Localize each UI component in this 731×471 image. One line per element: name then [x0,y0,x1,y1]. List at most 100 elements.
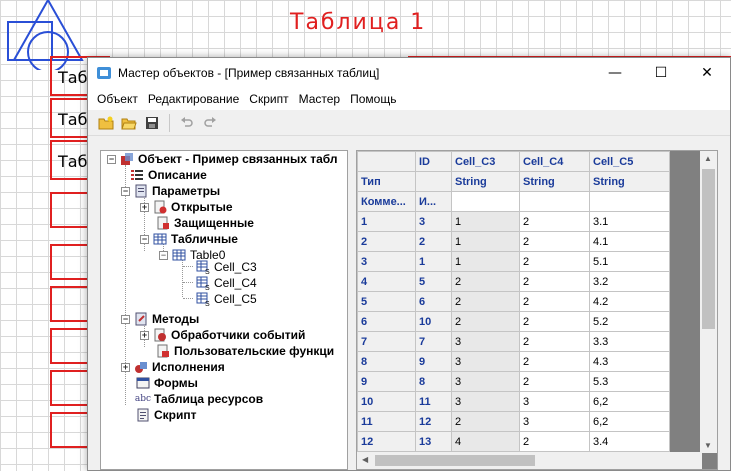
grid-cell[interactable]: ID [415,151,452,172]
menu-edit[interactable]: Редактирование [143,92,244,106]
open-folder-icon[interactable] [119,113,139,133]
menu-wizard[interactable]: Мастер [294,92,346,106]
grid-cell[interactable]: 2 [519,311,590,332]
grid-cell[interactable]: 2 [519,251,590,272]
tree-item-description[interactable]: Описание [129,167,207,183]
menu-help[interactable]: Помощь [345,92,401,106]
collapse-toggle[interactable]: − [121,314,130,324]
grid-cell[interactable]: 2 [519,351,590,372]
vertical-scroll-thumb[interactable] [702,169,715,329]
scroll-left-icon[interactable]: ◀ [362,455,368,464]
grid-cell[interactable]: 3 [451,371,520,392]
grid-cell[interactable]: 12 [415,411,452,432]
grid-cell[interactable]: 6,2 [589,391,670,412]
grid-cell[interactable]: 10 [415,311,452,332]
row-header-cell[interactable]: 9 [357,371,416,392]
row-header-cell[interactable]: 11 [357,411,416,432]
grid-cell[interactable]: 3.4 [589,431,670,452]
grid-cell[interactable] [415,171,452,192]
tree-item-open[interactable]: + Открытые [140,199,233,215]
redo-icon[interactable] [200,113,220,133]
grid-cell[interactable]: 6 [415,291,452,312]
row-header-cell[interactable]: 5 [357,291,416,312]
collapse-toggle[interactable]: − [159,250,168,260]
grid-cell[interactable]: 5 [415,271,452,292]
grid-cell[interactable]: 3 [451,391,520,412]
close-button[interactable]: ✕ [684,58,730,88]
minimize-button[interactable]: — [592,58,638,88]
grid-cell[interactable]: 3 [519,391,590,412]
grid-cell[interactable]: 11 [415,391,452,412]
expand-toggle[interactable]: + [140,202,149,212]
grid-cell[interactable]: 2 [451,271,520,292]
tree-item-cell-c4[interactable]: S Cell_C4 [195,275,257,291]
grid-cell[interactable]: String [589,171,670,192]
collapse-toggle[interactable]: − [107,154,116,164]
vertical-scrollbar[interactable]: ▲ ▼ [700,151,717,453]
grid-cell[interactable]: 2 [451,411,520,432]
menu-script[interactable]: Скрипт [244,92,293,106]
grid-cell[interactable]: 3.1 [589,211,670,232]
save-icon[interactable] [142,113,162,133]
grid-cell[interactable]: 2 [451,311,520,332]
grid-cell[interactable]: 1 [415,251,452,272]
grid-cell[interactable] [451,191,520,212]
row-header-cell[interactable]: 7 [357,331,416,352]
row-header-cell[interactable]: 6 [357,311,416,332]
grid-cell[interactable]: 2 [519,211,590,232]
collapse-toggle[interactable]: − [140,234,149,244]
grid-cell[interactable]: 13 [415,431,452,452]
grid-cell[interactable]: 2 [519,291,590,312]
grid-cell[interactable]: 1 [451,251,520,272]
grid-cell[interactable]: 1 [451,231,520,252]
tree-item-root[interactable]: − Объект - Пример связанных табл [107,151,338,167]
grid-cell[interactable]: 3 [519,411,590,432]
tree-item-parameters[interactable]: − Параметры [121,183,220,199]
tree-item-forms[interactable]: Формы [135,375,198,391]
row-header-cell[interactable] [357,151,416,172]
grid-cell[interactable]: 3 [415,211,452,232]
grid-cell[interactable]: 3.3 [589,331,670,352]
maximize-button[interactable]: ☐ [638,58,684,88]
grid-cell[interactable]: И... [415,191,452,212]
grid-cell[interactable]: 1 [451,211,520,232]
row-header-cell[interactable]: 1 [357,211,416,232]
grid-cell[interactable]: 9 [415,351,452,372]
row-header-cell[interactable]: Комме... [357,191,416,212]
expand-toggle[interactable]: + [140,330,149,340]
grid-cell[interactable]: 4.1 [589,231,670,252]
grid-cell[interactable]: String [519,171,590,192]
grid-cell[interactable]: 3.2 [589,271,670,292]
row-header-cell[interactable]: 2 [357,231,416,252]
horizontal-scrollbar[interactable]: ◀ [357,452,702,469]
undo-icon[interactable] [177,113,197,133]
tree-item-user-functions[interactable]: Пользовательские функци [155,343,334,359]
grid-cell[interactable]: 5.2 [589,311,670,332]
tree-item-cell-c3[interactable]: S Cell_C3 [195,259,257,275]
grid-cell[interactable]: 2 [415,231,452,252]
grid-cell[interactable]: 5.3 [589,371,670,392]
tree-item-methods[interactable]: − Методы [121,311,199,327]
title-bar[interactable]: Мастер объектов - [Пример связанных табл… [88,58,730,88]
grid-cell[interactable]: 8 [415,371,452,392]
grid-cell[interactable] [519,191,590,212]
tree-item-executions[interactable]: + Исполнения [121,359,225,375]
grid-cell[interactable]: 4.2 [589,291,670,312]
grid-cell[interactable]: 3 [451,351,520,372]
grid-cell[interactable]: 2 [519,271,590,292]
scroll-down-icon[interactable]: ▼ [704,441,712,450]
row-header-cell[interactable]: 3 [357,251,416,272]
horizontal-scroll-thumb[interactable] [375,455,535,466]
row-header-cell[interactable]: 12 [357,431,416,452]
row-header-cell[interactable]: 10 [357,391,416,412]
row-header-cell[interactable]: 4 [357,271,416,292]
grid-cell[interactable]: 3 [451,331,520,352]
grid-cell[interactable]: 2 [519,371,590,392]
tree-item-event-handlers[interactable]: + Обработчики событий [140,327,305,343]
grid-cell[interactable]: String [451,171,520,192]
new-folder-icon[interactable] [96,113,116,133]
tree-item-cell-c5[interactable]: S Cell_C5 [195,291,257,307]
grid-cell[interactable]: 2 [519,431,590,452]
row-header-cell[interactable]: 8 [357,351,416,372]
grid-cell[interactable]: Cell_C4 [519,151,590,172]
